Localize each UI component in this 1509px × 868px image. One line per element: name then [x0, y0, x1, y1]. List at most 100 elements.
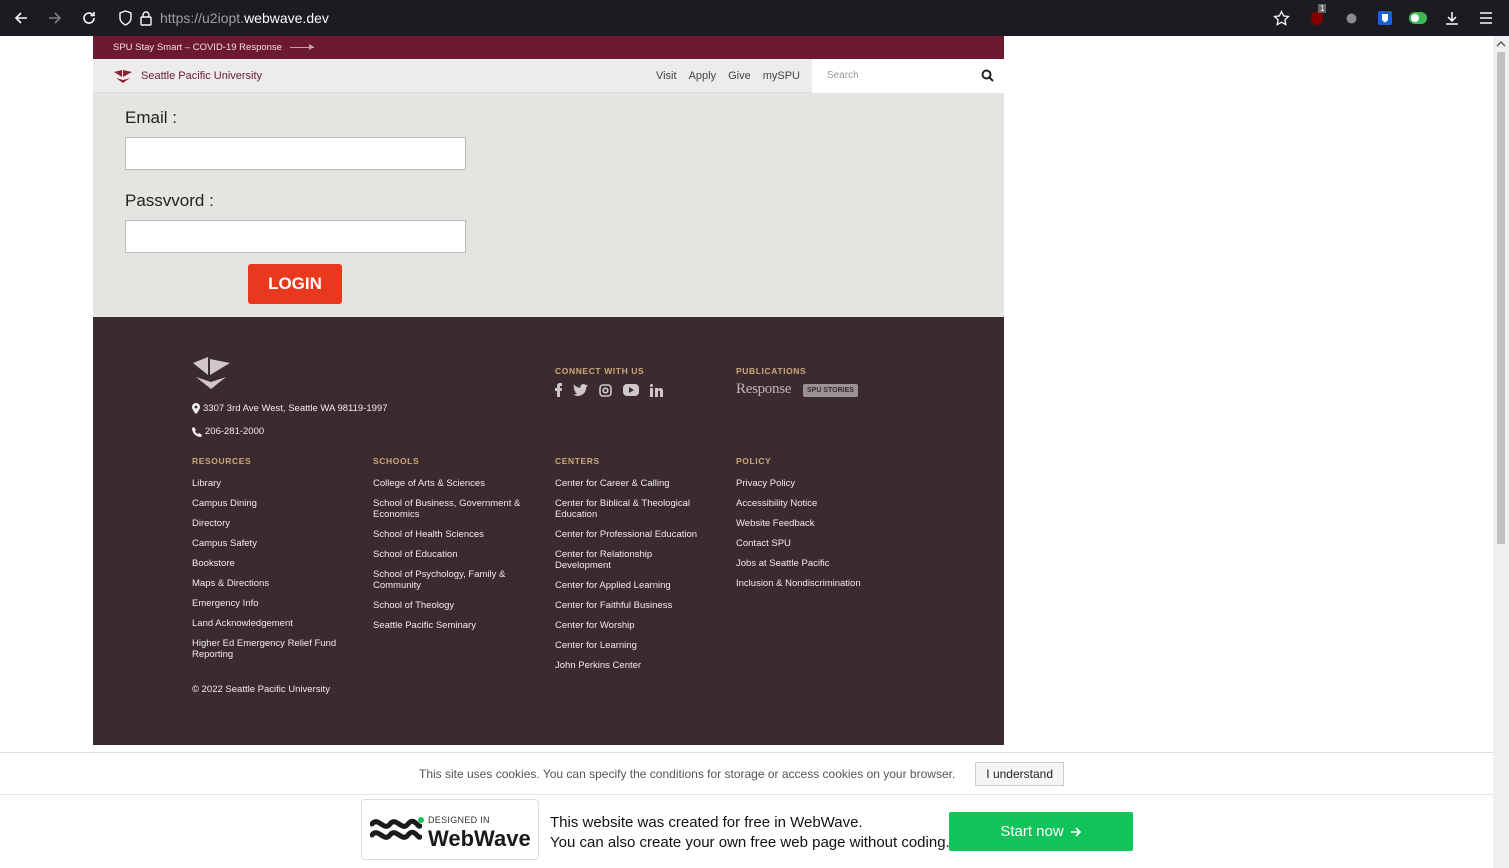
banner-line-2: You can also create your own free web pa… [550, 834, 950, 851]
footer-link[interactable]: Center for Career & Calling [555, 478, 710, 489]
start-now-button[interactable]: Start now [949, 812, 1133, 851]
footer-link[interactable]: Maps & Directions [192, 578, 342, 589]
schools-list: College of Arts & Sciences School of Bus… [373, 478, 528, 640]
brand-name: Seattle Pacific University [141, 69, 263, 82]
webwave-brand: WebWave [428, 826, 531, 851]
footer-link[interactable]: Center for Worship [555, 620, 710, 631]
arrow-right-icon [1070, 826, 1081, 837]
cookie-text: This site uses cookies. You can specify … [419, 766, 956, 781]
arrow-right-icon [289, 44, 314, 50]
spu-footer-logo-icon[interactable] [192, 357, 232, 391]
twitter-icon[interactable] [573, 384, 588, 396]
address-text: 3307 3rd Ave West, Seattle WA 98119-1997 [203, 403, 388, 414]
download-icon[interactable] [1443, 9, 1461, 27]
phone-text: 206-281-2000 [205, 426, 265, 437]
email-label: Email : [125, 108, 177, 127]
footer-link[interactable]: Center for Biblical & Theological Educat… [555, 498, 710, 520]
footer-link[interactable]: Center for Faithful Business [555, 600, 710, 611]
youtube-icon[interactable] [623, 384, 639, 396]
password-label: Passvvord : [125, 191, 214, 210]
spu-site: SPU Stay Smart – COVID-19 Response Seatt… [93, 36, 1004, 745]
nav-myspu[interactable]: mySPU [763, 70, 800, 82]
scrollbar-thumb[interactable] [1497, 52, 1505, 544]
resources-heading: RESOURCES [192, 456, 252, 466]
footer-link[interactable]: Campus Safety [192, 538, 342, 549]
page-scrollbar[interactable] [1493, 36, 1509, 868]
covid-banner[interactable]: SPU Stay Smart – COVID-19 Response [93, 36, 1004, 59]
footer-link[interactable]: Seattle Pacific Seminary [373, 620, 528, 631]
copyright: © 2022 Seattle Pacific University [192, 684, 330, 695]
search-icon[interactable] [981, 69, 994, 82]
footer-link[interactable]: Website Feedback [736, 518, 896, 529]
menu-hamburger-icon[interactable] [1477, 9, 1495, 27]
covid-link[interactable]: SPU Stay Smart – COVID-19 Response [113, 42, 282, 53]
back-button[interactable] [4, 0, 38, 36]
brand-logo[interactable]: Seattle Pacific University [113, 68, 262, 84]
search-placeholder: Search [827, 70, 859, 81]
reload-icon [83, 12, 95, 24]
policy-list: Privacy Policy Accessibility Notice Webs… [736, 478, 896, 598]
footer-link[interactable]: School of Health Sciences [373, 529, 528, 540]
top-navigation: Seattle Pacific University Visit Apply G… [93, 58, 1004, 93]
address-bar[interactable]: https://u2iopt.webwave.dev [108, 5, 1300, 31]
search-input[interactable]: Search [812, 58, 1004, 93]
resources-list: Library Campus Dining Directory Campus S… [192, 478, 342, 669]
nav-give[interactable]: Give [728, 70, 751, 82]
footer-link[interactable]: Land Acknowledgement [192, 618, 342, 629]
footer-link[interactable]: Emergency Info [192, 598, 342, 609]
toggle-extension-icon[interactable] [1409, 9, 1427, 27]
spu-stories-publication[interactable]: SPU STORIES [803, 384, 858, 397]
footer-link[interactable]: Center for Applied Learning [555, 580, 710, 591]
footer-link[interactable]: Inclusion & Nondiscrimination [736, 578, 896, 589]
cookie-accept-button[interactable]: I understand [975, 761, 1064, 786]
footer-link[interactable]: Contact SPU [736, 538, 896, 549]
footer-link[interactable]: School of Business, Government & Economi… [373, 498, 528, 520]
footer-link[interactable]: Library [192, 478, 342, 489]
footer-link[interactable]: Center for Relationship Development [555, 549, 710, 571]
footer-link[interactable]: Privacy Policy [736, 478, 896, 489]
centers-heading: CENTERS [555, 456, 600, 466]
footer-link[interactable]: College of Arts & Sciences [373, 478, 528, 489]
banner-message: This website was created for free in Web… [550, 813, 950, 853]
bookmark-star-icon[interactable] [1272, 9, 1290, 27]
reload-button[interactable] [72, 0, 106, 36]
centers-list: Center for Career & Calling Center for B… [555, 478, 710, 680]
bitwarden-icon[interactable] [1376, 9, 1394, 27]
password-field[interactable] [125, 220, 466, 253]
facebook-icon[interactable] [555, 383, 562, 397]
email-field[interactable] [125, 137, 466, 170]
footer-link[interactable]: School of Theology [373, 600, 528, 611]
footer-link[interactable]: Jobs at Seattle Pacific [736, 558, 896, 569]
footer-phone[interactable]: 206-281-2000 [192, 426, 264, 437]
site-footer: 3307 3rd Ave West, Seattle WA 98119-1997… [93, 317, 1004, 745]
footer-link[interactable]: Campus Dining [192, 498, 342, 509]
linkedin-icon[interactable] [650, 383, 663, 397]
scroll-up-icon[interactable] [1496, 40, 1506, 48]
footer-link[interactable]: School of Psychology, Family & Community [373, 569, 528, 591]
webwave-logo[interactable]: DESIGNED IN WebWave [361, 799, 539, 860]
footer-link[interactable]: Accessibility Notice [736, 498, 896, 509]
shield-icon[interactable] [116, 9, 134, 27]
footer-link[interactable]: Center for Professional Education [555, 529, 710, 540]
response-publication[interactable]: Response [736, 381, 791, 398]
lock-icon[interactable] [137, 9, 155, 27]
footer-link[interactable]: John Perkins Center [555, 660, 710, 671]
url-prefix: https://u2iopt. [160, 10, 245, 26]
instagram-icon[interactable] [599, 383, 612, 397]
footer-link[interactable]: Directory [192, 518, 342, 529]
url-text[interactable]: https://u2iopt.webwave.dev [160, 10, 329, 26]
footer-link[interactable]: Higher Ed Emergency Relief Fund Reportin… [192, 638, 342, 660]
browser-toolbar: https://u2iopt.webwave.dev 1 [0, 0, 1509, 36]
footer-link[interactable]: School of Education [373, 549, 528, 560]
login-button[interactable]: LOGIN [248, 264, 342, 304]
webwave-wave-icon [370, 818, 422, 840]
extension-puzzle-icon[interactable] [1342, 9, 1360, 27]
cookie-bar: This site uses cookies. You can specify … [0, 752, 1493, 794]
phone-icon [192, 426, 202, 437]
forward-button[interactable] [38, 0, 72, 36]
footer-link[interactable]: Center for Learning [555, 640, 710, 651]
ublock-icon[interactable]: 1 [1308, 4, 1327, 27]
footer-link[interactable]: Bookstore [192, 558, 342, 569]
nav-visit[interactable]: Visit [656, 70, 677, 82]
nav-apply[interactable]: Apply [689, 70, 717, 82]
